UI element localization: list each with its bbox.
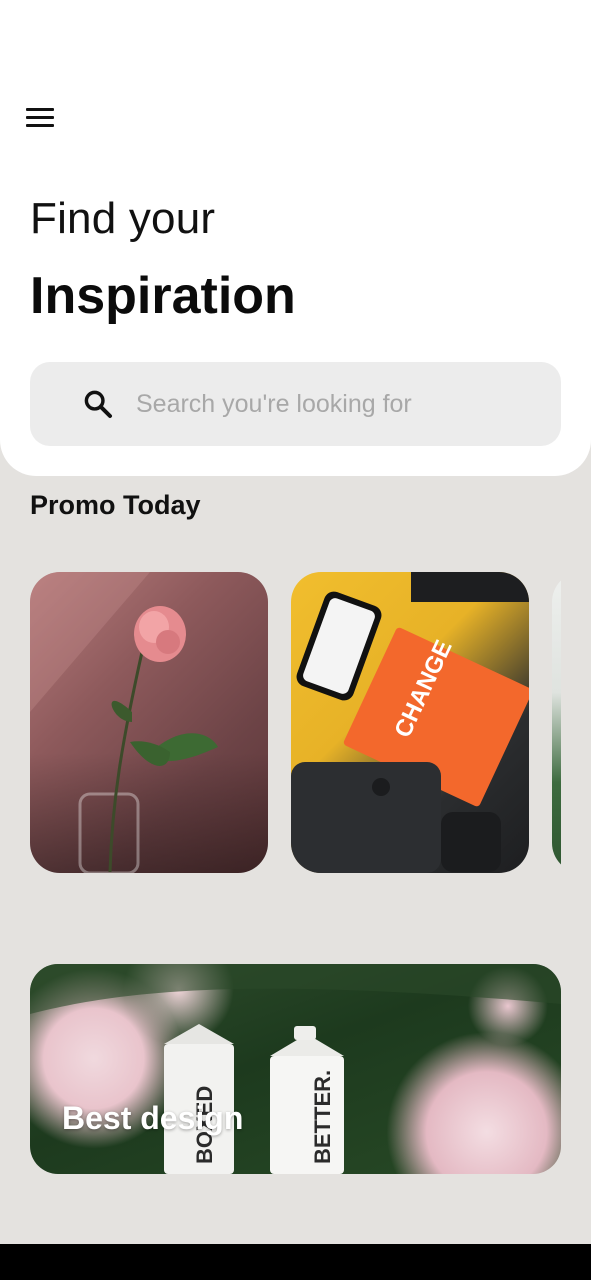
svg-text:BETTER.: BETTER.	[310, 1070, 335, 1164]
design-book-image: CHANGE	[291, 572, 529, 873]
search-icon	[84, 390, 112, 418]
promo-card-design-book[interactable]: CHANGE	[291, 572, 529, 873]
best-design-card[interactable]: BOXED BETTER. Best design	[30, 964, 561, 1174]
boxed-water-image: BOXED BETTER.	[30, 964, 561, 1174]
system-navigation-bar	[0, 1244, 591, 1280]
search-input[interactable]	[136, 382, 556, 426]
header-panel: Find your Inspiration	[0, 0, 591, 476]
promo-card-plant[interactable]	[552, 572, 561, 873]
best-design-label: Best design	[62, 1100, 244, 1136]
promo-card-rose[interactable]	[30, 572, 268, 873]
menu-icon[interactable]	[26, 100, 60, 134]
page-subtitle: Find your	[30, 194, 216, 243]
promo-carousel[interactable]: CHANGE	[30, 572, 561, 874]
search-bar[interactable]	[30, 362, 561, 446]
page-title: Inspiration	[30, 267, 296, 325]
promo-section-title: Promo Today	[30, 490, 201, 520]
rose-image	[30, 572, 218, 873]
